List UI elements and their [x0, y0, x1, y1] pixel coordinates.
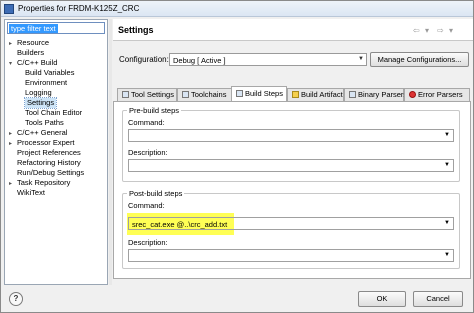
window-title: Properties for FRDM-K125Z_CRC [18, 4, 140, 13]
postbuild-command-value: srec_cat.exe @..\crc_add.txt [132, 220, 228, 229]
tree-item-settings[interactable]: Settings [23, 97, 58, 109]
forward-arrow-icon[interactable]: ⇨ [437, 26, 444, 35]
tree-item-processor-expert[interactable]: ▸ Processor Expert [9, 138, 75, 148]
tab-label: Build Steps [245, 89, 283, 98]
binary-parsers-icon [349, 91, 356, 98]
tree-item-label: Task Repository [17, 178, 71, 187]
tab-label: Toolchains [191, 90, 227, 99]
chevron-down-icon[interactable]: ▼ [444, 132, 450, 138]
build-steps-icon [236, 90, 243, 97]
panel-splitter[interactable] [109, 19, 112, 285]
page-header: Settings ⇦ ▾ ⇨ ▾ [113, 19, 473, 41]
settings-page: Settings ⇦ ▾ ⇨ ▾ Configuration: Debug [ … [113, 19, 473, 285]
error-parsers-icon [409, 91, 416, 98]
tree-item-tools-paths[interactable]: Tools Paths [25, 118, 64, 128]
tab-bar: Tool Settings Toolchains Build Steps Bui… [113, 86, 473, 101]
tree-item-label: Environment [25, 78, 68, 87]
postbuild-description-field[interactable]: ▼ [128, 249, 454, 262]
prebuild-command-field[interactable]: ▼ [128, 129, 454, 142]
postbuild-description-label: Description: [128, 238, 168, 247]
configuration-label: Configuration: [119, 55, 169, 64]
tab-binary-parsers[interactable]: Binary Parsers [344, 88, 408, 101]
tree-item-label: WikiText [17, 188, 45, 197]
postbuild-command-label: Command: [128, 201, 165, 210]
tab-label: Error Parsers [418, 90, 463, 99]
tab-label: Build Artifact [301, 90, 343, 99]
tab-label: Binary Parsers [358, 90, 408, 99]
tree-item-label: Project References [17, 148, 81, 157]
tree-item-refactoring-history[interactable]: Refactoring History [9, 158, 81, 168]
tree-item-builders[interactable]: Builders [9, 48, 44, 58]
tab-build-artifact[interactable]: Build Artifact [287, 88, 344, 101]
tree-item-label: Tool Chain Editor [25, 108, 83, 117]
back-arrow-icon[interactable]: ⇦ [413, 26, 420, 35]
tree-item-task-repository[interactable]: ▸ Task Repository [9, 178, 70, 188]
tab-error-parsers[interactable]: Error Parsers [404, 88, 470, 101]
configuration-value: Debug [ Active ] [173, 56, 226, 65]
build-artifact-icon [292, 91, 299, 98]
tree-item-label: Builders [17, 48, 45, 57]
tree-item-label: Build Variables [25, 68, 75, 77]
collapse-arrow-icon[interactable]: ▾ [9, 59, 17, 69]
postbuild-command-field[interactable]: srec_cat.exe @..\crc_add.txt ▼ [128, 217, 454, 230]
tree-item-cpp-build[interactable]: ▾ C/C++ Build [9, 58, 57, 68]
tab-tool-settings[interactable]: Tool Settings [117, 88, 177, 101]
tree-item-wikitext[interactable]: WikiText [9, 188, 45, 198]
postbuild-group: Post-build steps Command: srec_cat.exe @… [122, 189, 460, 269]
tree-item-label: Refactoring History [17, 158, 81, 167]
tree-item-label: C/C++ General [17, 128, 68, 137]
help-icon[interactable]: ? [9, 292, 23, 306]
tree-item-resource[interactable]: ▸ Resource [9, 38, 49, 48]
tree-item-label: Tools Paths [25, 118, 64, 127]
category-panel: type filter text ▸ Resource Builders ▾ C/C… [4, 19, 108, 285]
prebuild-description-label: Description: [128, 148, 168, 157]
postbuild-legend: Post-build steps [127, 189, 185, 198]
dialog-footer: ? OK Cancel [1, 286, 473, 313]
prebuild-description-field[interactable]: ▼ [128, 159, 454, 172]
menu-dropdown-icon[interactable]: ▾ [449, 26, 453, 35]
chevron-down-icon[interactable]: ▼ [444, 162, 450, 168]
tree-item-cpp-general[interactable]: ▸ C/C++ General [9, 128, 67, 138]
tree-item-run-debug-settings[interactable]: Run/Debug Settings [9, 168, 84, 178]
chevron-down-icon[interactable]: ▼ [444, 220, 450, 226]
prebuild-legend: Pre-build steps [127, 106, 182, 115]
prebuild-group: Pre-build steps Command: ▼ Description: … [122, 106, 460, 182]
manage-configurations-button[interactable]: Manage Configurations... [370, 52, 469, 67]
tree-item-label: C/C++ Build [17, 58, 58, 67]
menu-dropdown-icon[interactable]: ▾ [425, 26, 429, 35]
filter-input[interactable]: type filter text [7, 22, 105, 34]
configuration-row: Configuration: Debug [ Active ] ▼ Manage… [113, 52, 473, 68]
page-title: Settings [118, 25, 154, 35]
cancel-button[interactable]: Cancel [413, 291, 463, 307]
tree-item-build-variables[interactable]: Build Variables [25, 68, 74, 78]
ok-button[interactable]: OK [358, 291, 406, 307]
chevron-down-icon[interactable]: ▼ [444, 252, 450, 258]
tool-settings-icon [122, 91, 129, 98]
configuration-select[interactable]: Debug [ Active ] ▼ [169, 53, 367, 66]
tree-item-label: Settings [27, 98, 55, 107]
filter-placeholder: type filter text [9, 24, 58, 33]
build-steps-panel: Pre-build steps Command: ▼ Description: … [113, 101, 471, 279]
tree-item-label: Run/Debug Settings [17, 168, 85, 177]
tree-item-environment[interactable]: Environment [25, 78, 67, 88]
tab-build-steps[interactable]: Build Steps [231, 86, 287, 101]
tree-item-project-references[interactable]: Project References [9, 148, 81, 158]
tree-item-label: Processor Expert [17, 138, 75, 147]
app-icon [4, 4, 14, 14]
tree-item-logging[interactable]: Logging [25, 88, 52, 98]
prebuild-command-label: Command: [128, 118, 165, 127]
tree-item-tool-chain-editor[interactable]: Tool Chain Editor [25, 108, 82, 118]
properties-dialog: Properties for FRDM-K125Z_CRC type filte… [0, 0, 474, 313]
tab-toolchains[interactable]: Toolchains [177, 88, 232, 101]
chevron-down-icon: ▼ [358, 56, 364, 62]
tree-item-label: Logging [25, 88, 52, 97]
title-bar: Properties for FRDM-K125Z_CRC [1, 1, 473, 17]
tab-label: Tool Settings [131, 90, 174, 99]
toolchains-icon [182, 91, 189, 98]
tree-item-label: Resource [17, 38, 50, 47]
